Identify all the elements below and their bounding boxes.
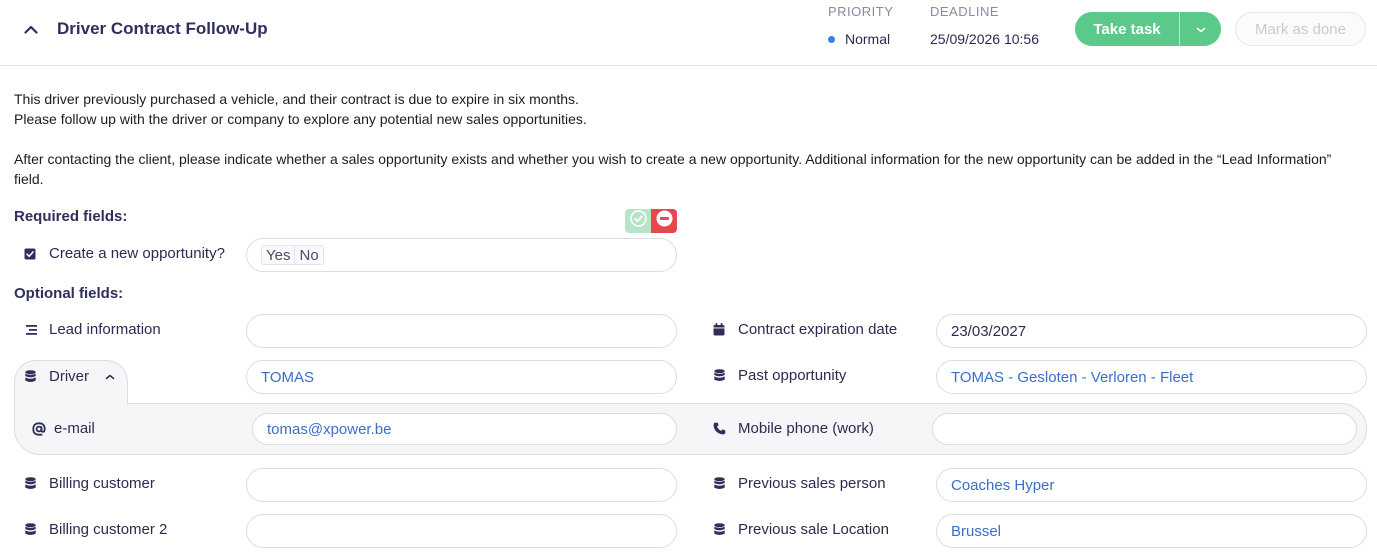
past-opportunity-label: Past opportunity — [712, 367, 846, 384]
driver-text: Driver — [49, 368, 89, 385]
driver-label: Driver — [23, 368, 115, 385]
billing-customer-2-field[interactable] — [246, 514, 677, 548]
required-fields-title: Required fields: — [14, 208, 128, 225]
description-line: After contacting the client, please indi… — [14, 151, 1332, 167]
description-line: Please follow up with the driver or comp… — [14, 111, 587, 127]
task-header: Driver Contract Follow-Up PRIORITY Norma… — [0, 0, 1377, 66]
contract-expiration-field[interactable]: 23/03/2027 — [936, 314, 1367, 348]
database-icon — [23, 370, 37, 384]
past-opportunity-text: Past opportunity — [738, 367, 847, 384]
database-icon — [712, 369, 726, 383]
description-line: field. — [14, 171, 44, 187]
email-text: e-mail — [54, 420, 95, 437]
previous-sale-location-text: Previous sale Location — [738, 521, 889, 538]
take-task-dropdown-button[interactable] — [1180, 12, 1221, 46]
create-opportunity-text: Create a new opportunity? — [49, 245, 225, 262]
database-icon — [712, 523, 726, 537]
approve-button[interactable] — [625, 209, 651, 233]
database-icon — [23, 477, 37, 491]
phone-icon — [712, 422, 726, 436]
database-icon — [712, 477, 726, 491]
minus-circle-icon — [656, 210, 673, 232]
database-icon — [23, 523, 37, 537]
task-title: Driver Contract Follow-Up — [57, 19, 268, 38]
deadline-label: DEADLINE — [930, 4, 1000, 19]
create-opportunity-label: Create a new opportunity? — [23, 245, 225, 262]
driver-tab-joint — [15, 401, 127, 405]
billing-customer-2-text: Billing customer 2 — [49, 521, 168, 538]
billing-customer-field[interactable] — [246, 468, 677, 502]
priority-label: PRIORITY — [828, 4, 894, 19]
collapse-button[interactable] — [18, 17, 44, 43]
take-task-button[interactable]: Take task — [1075, 12, 1179, 46]
email-label: e-mail — [32, 420, 95, 437]
text-lines-icon — [23, 323, 37, 337]
yes-option[interactable]: Yes — [261, 245, 296, 265]
mobile-phone-field[interactable] — [932, 413, 1357, 445]
driver-field[interactable]: TOMAS — [246, 360, 677, 394]
previous-sales-person-label: Previous sales person — [712, 475, 886, 492]
check-circle-icon — [629, 210, 647, 232]
past-opportunity-field[interactable]: TOMAS - Gesloten - Verloren - Fleet — [936, 360, 1367, 394]
mobile-phone-label: Mobile phone (work) — [712, 420, 874, 437]
at-sign-icon — [32, 421, 46, 436]
calendar-icon — [712, 323, 726, 337]
chevron-up-icon[interactable] — [105, 374, 115, 380]
chevron-down-icon — [1196, 20, 1206, 38]
description-line: This driver previously purchased a vehic… — [14, 91, 579, 107]
previous-sale-location-field[interactable]: Brussel — [936, 514, 1367, 548]
lead-information-label: Lead information — [23, 321, 161, 338]
contract-expiration-label: Contract expiration date — [712, 321, 897, 338]
mobile-phone-text: Mobile phone (work) — [738, 420, 874, 437]
take-task-split-button: Take task — [1075, 12, 1221, 46]
previous-sale-location-label: Previous sale Location — [712, 521, 889, 538]
billing-customer-label: Billing customer — [23, 475, 155, 492]
previous-sales-person-field[interactable]: Coaches Hyper — [936, 468, 1367, 502]
email-field[interactable]: tomas@xpower.be — [252, 413, 677, 445]
billing-customer-2-label: Billing customer 2 — [23, 521, 167, 538]
priority-dot-icon — [828, 35, 835, 43]
previous-sales-person-text: Previous sales person — [738, 475, 886, 492]
lead-information-text: Lead information — [49, 321, 161, 338]
priority-text: Normal — [845, 31, 891, 47]
reject-button[interactable] — [651, 209, 677, 233]
mark-as-done-button[interactable]: Mark as done — [1235, 12, 1366, 46]
create-opportunity-field: Yes No — [246, 238, 677, 272]
billing-customer-text: Billing customer — [49, 475, 155, 492]
contract-expiration-text: Contract expiration date — [738, 321, 898, 338]
optional-fields-title: Optional fields: — [14, 285, 124, 302]
checkbox-checked-icon — [23, 247, 37, 261]
status-toggle — [625, 209, 677, 233]
no-option[interactable]: No — [295, 245, 324, 265]
priority-value: Normal — [828, 31, 890, 47]
lead-information-field[interactable] — [246, 314, 677, 348]
chevron-up-icon — [24, 21, 38, 39]
deadline-value: 25/09/2026 10:56 — [930, 31, 1039, 47]
